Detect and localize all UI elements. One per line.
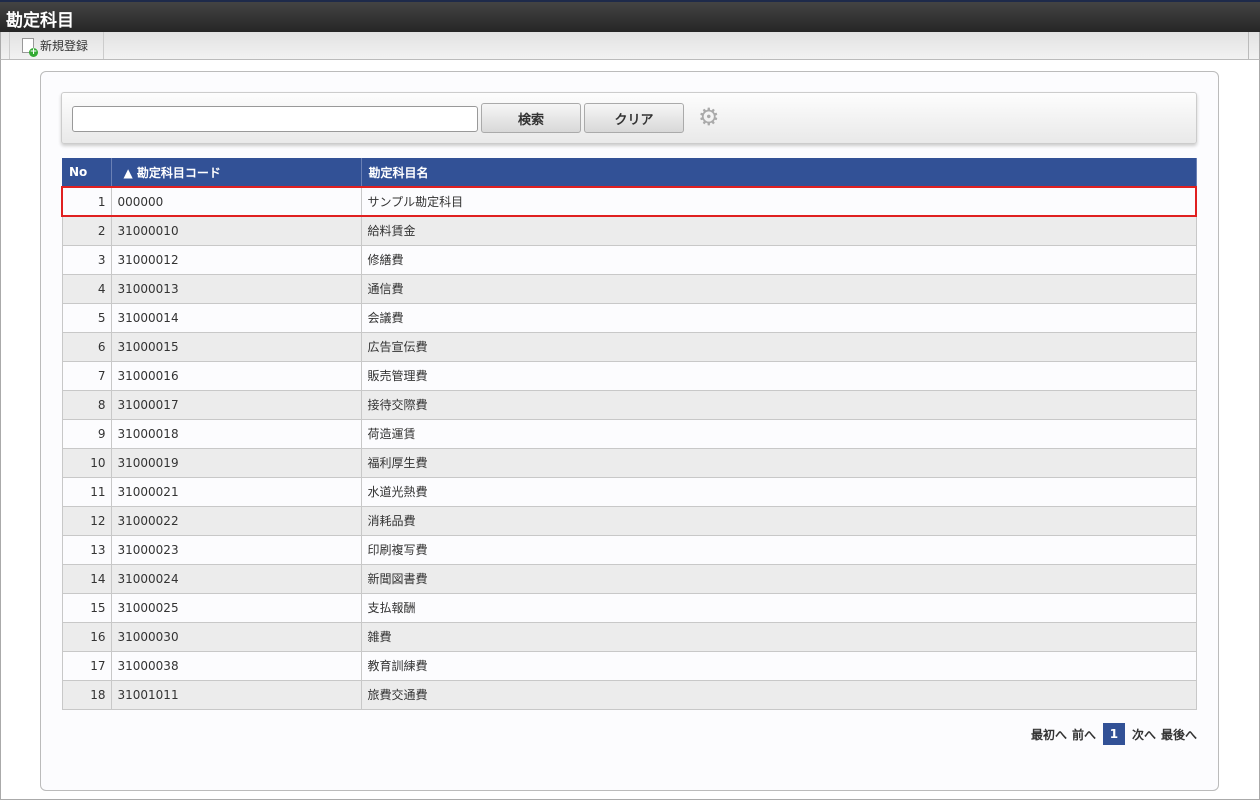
cell-no: 14 <box>61 563 112 594</box>
cell-no: 4 <box>61 273 112 304</box>
toolbar: 新規登録 <box>0 32 1260 60</box>
table-row[interactable]: 18 31001011 旅費交通費 <box>61 679 1197 710</box>
header-code[interactable]: ▲ 勘定科目コード <box>111 158 362 187</box>
cell-code: 31000015 <box>110 331 362 362</box>
cell-code: 31000017 <box>110 389 362 420</box>
first-page-link[interactable]: 最初へ <box>1031 726 1067 743</box>
table-row[interactable]: 8 31000017 接待交際費 <box>61 389 1197 420</box>
cell-no: 9 <box>61 418 112 449</box>
cell-name: 教育訓練費 <box>360 650 1197 681</box>
cell-no: 17 <box>61 650 112 681</box>
cell-no: 10 <box>61 447 112 478</box>
cell-name: 雑費 <box>360 621 1197 652</box>
new-button[interactable]: 新規登録 <box>9 32 104 59</box>
cell-code: 31000021 <box>110 476 362 507</box>
cell-no: 8 <box>61 389 112 420</box>
cell-name: 支払報酬 <box>360 592 1197 623</box>
table-row[interactable]: 14 31000024 新聞図書費 <box>61 563 1197 594</box>
cell-code: 31000014 <box>110 302 362 333</box>
cell-no: 12 <box>61 505 112 536</box>
table-row[interactable]: 15 31000025 支払報酬 <box>61 592 1197 623</box>
cell-code: 31000010 <box>110 215 362 246</box>
gear-icon[interactable]: ⚙ <box>698 105 720 129</box>
title-bar: 勘定科目 <box>0 0 1260 32</box>
cell-name: 通信費 <box>360 273 1197 304</box>
cell-code: 31000018 <box>110 418 362 449</box>
last-page-link[interactable]: 最後へ <box>1161 726 1197 743</box>
cell-code: 000000 <box>110 186 362 217</box>
cell-name: 販売管理費 <box>360 360 1197 391</box>
cell-no: 1 <box>61 186 112 217</box>
cell-code: 31000023 <box>110 534 362 565</box>
table-row[interactable]: 5 31000014 会議費 <box>61 302 1197 333</box>
cell-name: 荷造運賃 <box>360 418 1197 449</box>
divider <box>1248 32 1249 60</box>
cell-no: 6 <box>61 331 112 362</box>
table-row[interactable]: 4 31000013 通信費 <box>61 273 1197 304</box>
pagination: 最初へ 前へ 1 次へ 最後へ <box>1031 723 1197 745</box>
search-panel: 検索 クリア ⚙ <box>61 92 1197 144</box>
header-name[interactable]: 勘定科目名 <box>361 158 1197 187</box>
table-row[interactable]: 17 31000038 教育訓練費 <box>61 650 1197 681</box>
search-input[interactable] <box>72 106 478 132</box>
table-row[interactable]: 12 31000022 消耗品費 <box>61 505 1197 536</box>
cell-name: 広告宣伝費 <box>360 331 1197 362</box>
cell-name: 給料賃金 <box>360 215 1197 246</box>
cell-code: 31000012 <box>110 244 362 275</box>
cell-name: 接待交際費 <box>360 389 1197 420</box>
search-button[interactable]: 検索 <box>481 103 581 133</box>
cell-name: 新聞図書費 <box>360 563 1197 594</box>
cell-no: 16 <box>61 621 112 652</box>
cell-code: 31000024 <box>110 563 362 594</box>
cell-code: 31001011 <box>110 679 362 710</box>
cell-name: 消耗品費 <box>360 505 1197 536</box>
cell-name: 旅費交通費 <box>360 679 1197 710</box>
cell-no: 3 <box>61 244 112 275</box>
cell-code: 31000016 <box>110 360 362 391</box>
cell-no: 18 <box>61 679 112 710</box>
cell-code: 31000022 <box>110 505 362 536</box>
clear-button[interactable]: クリア <box>584 103 684 133</box>
cell-name: 会議費 <box>360 302 1197 333</box>
cell-name: 修繕費 <box>360 244 1197 275</box>
cell-code: 31000025 <box>110 592 362 623</box>
table-row[interactable]: 13 31000023 印刷複写費 <box>61 534 1197 565</box>
cell-code: 31000030 <box>110 621 362 652</box>
table-row[interactable]: 10 31000019 福利厚生費 <box>61 447 1197 478</box>
new-document-icon <box>22 38 38 57</box>
cell-no: 15 <box>61 592 112 623</box>
table-row[interactable]: 3 31000012 修繕費 <box>61 244 1197 275</box>
table-row[interactable]: 6 31000015 広告宣伝費 <box>61 331 1197 362</box>
cell-code: 31000019 <box>110 447 362 478</box>
cell-no: 2 <box>61 215 112 246</box>
table-row[interactable]: 11 31000021 水道光熱費 <box>61 476 1197 507</box>
new-button-label: 新規登録 <box>40 39 89 53</box>
cell-code: 31000038 <box>110 650 362 681</box>
cell-name: 印刷複写費 <box>360 534 1197 565</box>
cell-name: 福利厚生費 <box>360 447 1197 478</box>
page-title: 勘定科目 <box>6 11 74 31</box>
cell-name: サンプル勘定科目 <box>360 186 1197 217</box>
cell-no: 11 <box>61 476 112 507</box>
prev-page-link[interactable]: 前へ <box>1072 726 1096 743</box>
cell-code: 31000013 <box>110 273 362 304</box>
table-row[interactable]: 1 000000 サンプル勘定科目 <box>61 186 1197 217</box>
table-row[interactable]: 2 31000010 給料賃金 <box>61 215 1197 246</box>
table-row[interactable]: 7 31000016 販売管理費 <box>61 360 1197 391</box>
next-page-link[interactable]: 次へ <box>1132 726 1156 743</box>
cell-name: 水道光熱費 <box>360 476 1197 507</box>
account-table: No ▲ 勘定科目コード 勘定科目名 1 000000 サンプル勘定科目 2 31000… <box>61 158 1197 710</box>
cell-no: 13 <box>61 534 112 565</box>
table-row[interactable]: 9 31000018 荷造運賃 <box>61 418 1197 449</box>
cell-no: 7 <box>61 360 112 391</box>
cell-no: 5 <box>61 302 112 333</box>
current-page[interactable]: 1 <box>1102 723 1125 745</box>
header-no[interactable]: No <box>62 158 112 187</box>
table-row[interactable]: 16 31000030 雑費 <box>61 621 1197 652</box>
